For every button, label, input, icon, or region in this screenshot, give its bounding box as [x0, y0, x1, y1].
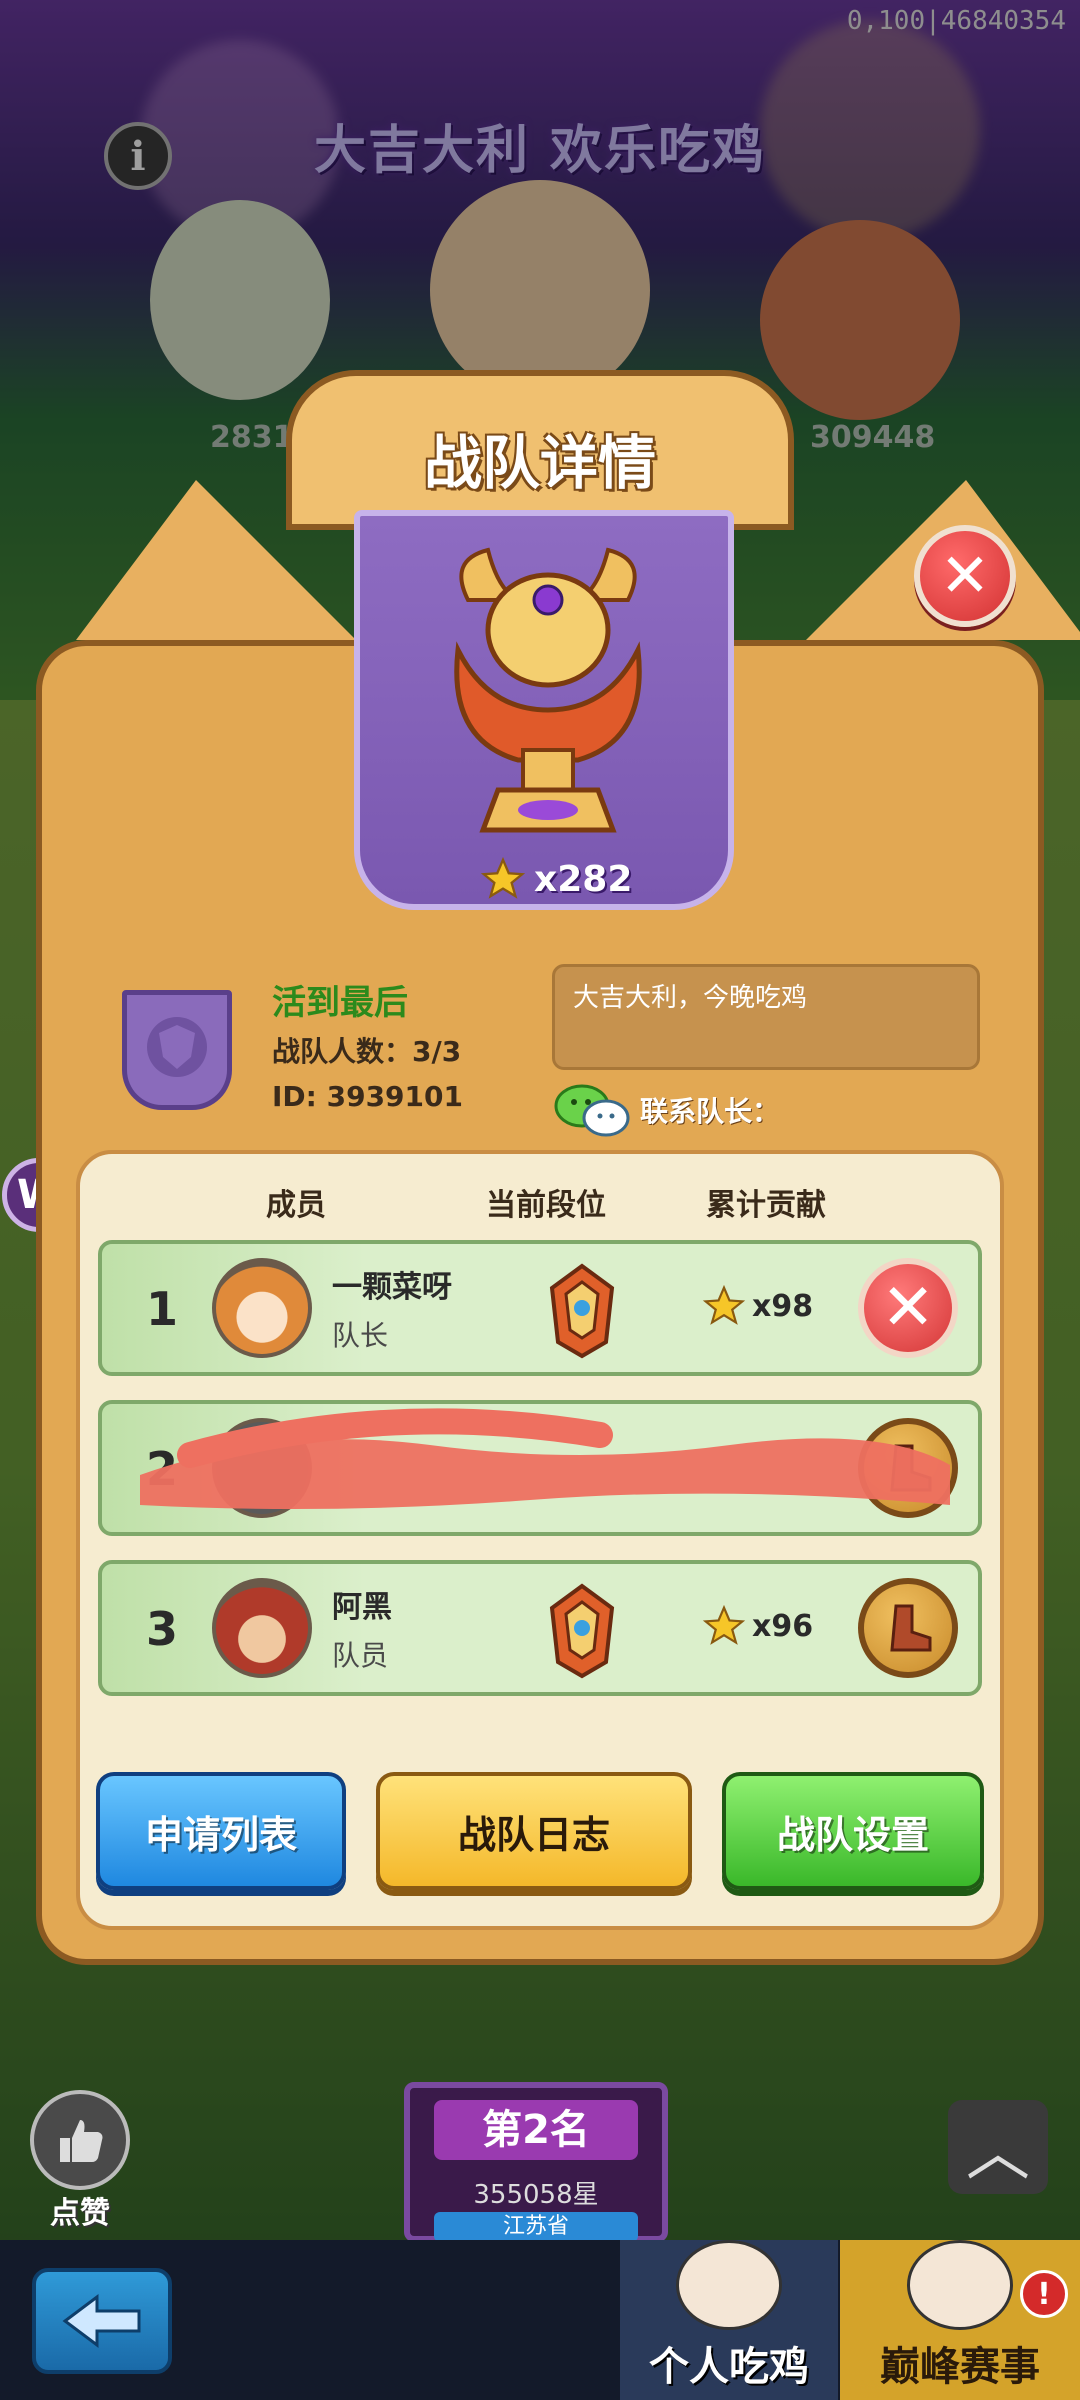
contact-captain[interactable]: 联系队长：: [552, 1080, 780, 1140]
scroll-up-button[interactable]: ︿: [948, 2100, 1048, 2194]
arrow-left-icon: [62, 2294, 141, 2348]
character-icon: [907, 2240, 1013, 2330]
thumbs-up-icon: [60, 2120, 103, 2162]
province-rank-card: 第2名 355058星 江苏省: [404, 2082, 668, 2242]
trophy-count-text: x282: [534, 858, 633, 900]
apply-list-button[interactable]: 申请列表: [96, 1772, 346, 1890]
team-member-count: 战队人数：3/3: [272, 1035, 462, 1068]
team-details-dialog: 战队详情 ✕ x282 活到最后 战队人数：3/3 ID: 3939101 大吉…: [36, 360, 1080, 1965]
member-role: 队员: [332, 1639, 389, 1672]
like-button[interactable]: [30, 2090, 130, 2190]
avatar[interactable]: [212, 1258, 312, 1358]
star-icon: [702, 1284, 746, 1325]
member-contribution: x98: [702, 1284, 813, 1328]
team-badge-icon: [122, 990, 232, 1110]
column-contribution: 累计贡献: [706, 1188, 826, 1223]
team-log-button[interactable]: 战队日志: [376, 1772, 692, 1890]
column-member: 成员: [266, 1188, 326, 1223]
team-id: ID: 3939101: [272, 1080, 463, 1113]
notification-badge: !: [1020, 2270, 1068, 2318]
column-rank: 当前段位: [486, 1188, 606, 1223]
close-icon: ✕: [939, 541, 991, 611]
rank-emblem-icon: [549, 1263, 615, 1359]
member-table-header: 成员 当前段位 累计贡献: [76, 1180, 1004, 1230]
tab-peak-event[interactable]: 巅峰赛事: [840, 2240, 1080, 2400]
back-button[interactable]: [32, 2268, 172, 2374]
dragon-trophy-icon: [454, 547, 642, 833]
close-icon: ✕: [881, 1271, 935, 1345]
wechat-icon: [554, 1084, 630, 1137]
avatar[interactable]: [212, 1578, 312, 1678]
member-row[interactable]: 3 阿黑 队员 x96: [98, 1560, 982, 1696]
team-settings-button[interactable]: 战队设置: [722, 1772, 984, 1890]
character-icon: [676, 2240, 782, 2330]
member-rank-number: 3: [146, 1602, 179, 1656]
star-icon: [480, 856, 526, 899]
chevron-up-icon: ︿: [966, 2116, 1030, 2190]
rank-position: 第2名: [434, 2100, 638, 2160]
kick-member-button[interactable]: ✕: [858, 1258, 958, 1358]
member-role: 队长: [332, 1319, 389, 1352]
member-name: 一颗菜呀: [332, 1270, 452, 1305]
member-rank-number: 1: [146, 1282, 179, 1336]
team-motto: 大吉大利，今晚吃鸡: [552, 964, 980, 1070]
rank-province: 江苏省: [434, 2212, 638, 2242]
contribution-value: x96: [752, 1608, 814, 1644]
rank-emblem-icon: [549, 1583, 615, 1679]
contact-label: 联系队长：: [640, 1095, 781, 1128]
boot-icon: [890, 1604, 932, 1652]
member-name: 阿黑: [332, 1590, 392, 1625]
shield-icon: [147, 1017, 207, 1077]
star-icon: [702, 1604, 746, 1645]
trophy-star-count: x282: [480, 856, 632, 902]
boot-action-button[interactable]: [858, 1578, 958, 1678]
tab-label: 巅峰赛事: [880, 2344, 1040, 2390]
rank-stars: 355058星: [473, 2180, 599, 2210]
bottom-nav: 个人吃鸡 巅峰赛事: [0, 2240, 1080, 2400]
team-banner: x282: [354, 510, 734, 910]
member-row[interactable]: 1 一颗菜呀 队长 x98 ✕: [98, 1240, 982, 1376]
member-contribution: x96: [702, 1604, 813, 1648]
contribution-value: x98: [752, 1288, 814, 1324]
tab-label: 个人吃鸡: [649, 2344, 809, 2390]
redaction-scribble: [140, 1408, 950, 1509]
close-button[interactable]: ✕: [914, 525, 1016, 627]
tab-personal-match[interactable]: 个人吃鸡: [620, 2240, 838, 2400]
team-name: 活到最后: [272, 983, 408, 1023]
like-label: 点赞: [50, 2196, 110, 2231]
dialog-title: 战队详情: [423, 429, 656, 497]
